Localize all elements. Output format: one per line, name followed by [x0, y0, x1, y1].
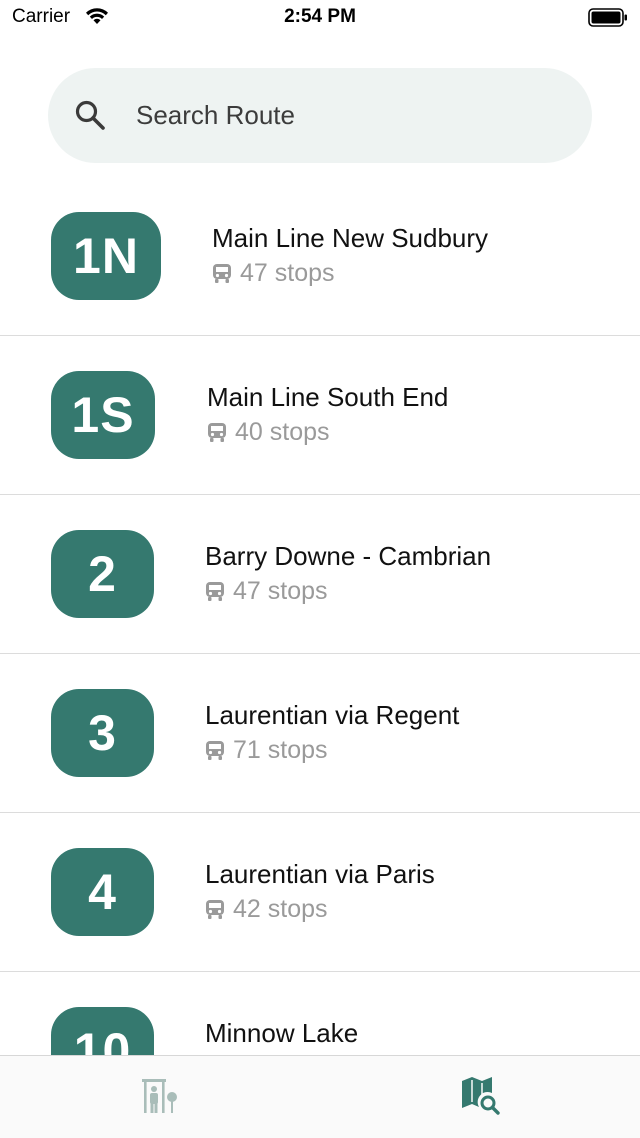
route-row[interactable]: 3 Laurentian via Regent 71 stops	[0, 654, 640, 813]
battery-icon	[588, 8, 628, 33]
app-screen: Carrier 2:54 PM Search Route 1N Main Lin…	[0, 0, 640, 1138]
route-row[interactable]: 10 Minnow Lake	[0, 972, 640, 1055]
route-name: Barry Downe - Cambrian	[205, 541, 492, 571]
bus-icon	[205, 899, 225, 921]
stops-count: 47 stops	[240, 259, 335, 287]
route-name: Minnow Lake	[205, 1018, 359, 1048]
route-stops: 47 stops	[212, 259, 335, 288]
route-row[interactable]: 1N Main Line New Sudbury 47 stops	[0, 177, 640, 336]
route-stops: 47 stops	[205, 577, 328, 606]
route-badge: 1S	[51, 371, 155, 459]
route-badge: 4	[51, 848, 154, 936]
route-stops: 42 stops	[205, 895, 328, 924]
route-row[interactable]: 1S Main Line South End 40 stops	[0, 336, 640, 495]
bus-icon	[212, 263, 232, 285]
route-name: Main Line New Sudbury	[212, 223, 489, 253]
map-search-icon	[459, 1075, 501, 1122]
route-name: Main Line South End	[207, 382, 449, 412]
clock: 2:54 PM	[284, 6, 356, 27]
route-row[interactable]: 2 Barry Downe - Cambrian 47 stops	[0, 495, 640, 654]
route-name: Laurentian via Regent	[205, 700, 460, 730]
stops-count: 47 stops	[233, 577, 328, 605]
status-bar: Carrier 2:54 PM	[0, 0, 640, 40]
route-stops: 71 stops	[205, 736, 328, 765]
tab-bar	[0, 1055, 640, 1138]
route-row[interactable]: 4 Laurentian via Paris 42 stops	[0, 813, 640, 972]
route-list[interactable]: 1N Main Line New Sudbury 47 stops 1S Mai…	[0, 177, 640, 1055]
route-stops: 40 stops	[207, 418, 330, 447]
bus-icon	[205, 581, 225, 603]
route-name: Laurentian via Paris	[205, 859, 435, 889]
route-badge: 3	[51, 689, 154, 777]
stops-count: 42 stops	[233, 895, 328, 923]
search-input[interactable]	[136, 88, 556, 143]
tab-stops[interactable]	[138, 1076, 182, 1120]
stops-count: 40 stops	[235, 418, 330, 446]
stops-count: 71 stops	[233, 736, 328, 764]
search-bar[interactable]	[48, 68, 592, 163]
bus-icon	[207, 422, 227, 444]
bus-icon	[205, 740, 225, 762]
tab-routes[interactable]	[458, 1076, 502, 1120]
bus-stop-icon	[140, 1076, 180, 1121]
route-badge: 1N	[51, 212, 161, 300]
route-badge: 10	[51, 1007, 154, 1055]
search-icon	[74, 99, 106, 136]
route-badge: 2	[51, 530, 154, 618]
